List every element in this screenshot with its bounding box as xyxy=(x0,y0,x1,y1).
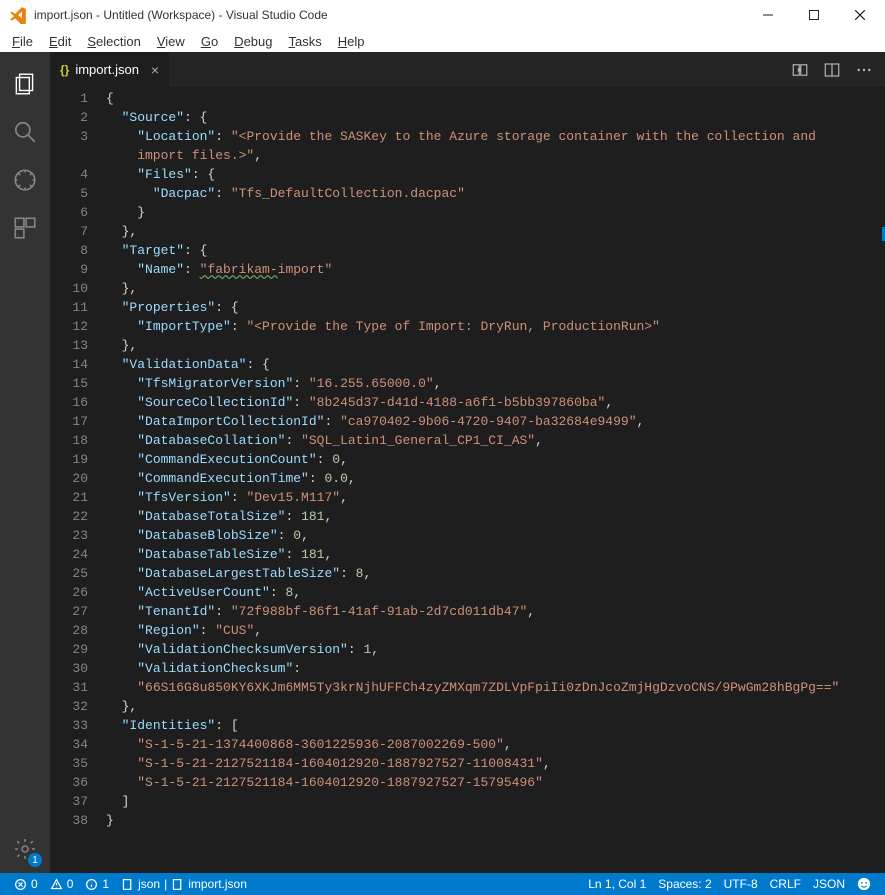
menu-view[interactable]: View xyxy=(149,32,193,51)
status-eol[interactable]: CRLF xyxy=(764,873,807,895)
explorer-icon[interactable] xyxy=(0,60,50,108)
split-editor-icon[interactable] xyxy=(823,61,841,79)
tab-bar: {} import.json × xyxy=(50,52,885,87)
status-errors[interactable]: 0 xyxy=(8,873,44,895)
json-file-icon: {} xyxy=(60,63,69,77)
menu-tasks[interactable]: Tasks xyxy=(280,32,329,51)
vscode-icon xyxy=(6,3,30,27)
status-feedback-icon[interactable] xyxy=(851,873,877,895)
line-number-gutter: 1234567891011121314151617181920212223242… xyxy=(50,87,106,873)
titlebar: import.json - Untitled (Workspace) - Vis… xyxy=(0,0,885,30)
search-icon[interactable] xyxy=(0,108,50,156)
menu-edit[interactable]: Edit xyxy=(41,32,79,51)
menubar: File Edit Selection View Go Debug Tasks … xyxy=(0,30,885,52)
debug-icon[interactable] xyxy=(0,156,50,204)
menu-debug[interactable]: Debug xyxy=(226,32,280,51)
status-indent[interactable]: Spaces: 2 xyxy=(652,873,717,895)
status-infos[interactable]: 1 xyxy=(79,873,115,895)
status-encoding[interactable]: UTF-8 xyxy=(718,873,764,895)
settings-icon[interactable]: 1 xyxy=(0,825,50,873)
more-icon[interactable] xyxy=(855,61,873,79)
settings-badge: 1 xyxy=(28,853,42,867)
maximize-button[interactable] xyxy=(791,0,837,30)
menu-help[interactable]: Help xyxy=(330,32,373,51)
tab-label: import.json xyxy=(75,62,139,77)
status-warnings[interactable]: 0 xyxy=(44,873,80,895)
close-button[interactable] xyxy=(837,0,883,30)
activity-bar: 1 xyxy=(0,52,50,873)
code-editor[interactable]: 1234567891011121314151617181920212223242… xyxy=(50,87,885,873)
code-content[interactable]: { "Source": { "Location": "<Provide the … xyxy=(106,87,885,873)
status-master-path[interactable]: json | import.json xyxy=(115,873,253,895)
status-language[interactable]: JSON xyxy=(807,873,851,895)
status-bar: 0 0 1 json | import.json Ln 1, Col 1 Spa… xyxy=(0,873,885,895)
tab-close-icon[interactable]: × xyxy=(151,62,159,78)
window-title: import.json - Untitled (Workspace) - Vis… xyxy=(34,8,745,22)
minimize-button[interactable] xyxy=(745,0,791,30)
tab-import-json[interactable]: {} import.json × xyxy=(50,52,170,87)
compare-icon[interactable] xyxy=(791,61,809,79)
extensions-icon[interactable] xyxy=(0,204,50,252)
menu-go[interactable]: Go xyxy=(193,32,226,51)
menu-selection[interactable]: Selection xyxy=(79,32,148,51)
status-ln-col[interactable]: Ln 1, Col 1 xyxy=(582,873,652,895)
menu-file[interactable]: File xyxy=(4,32,41,51)
